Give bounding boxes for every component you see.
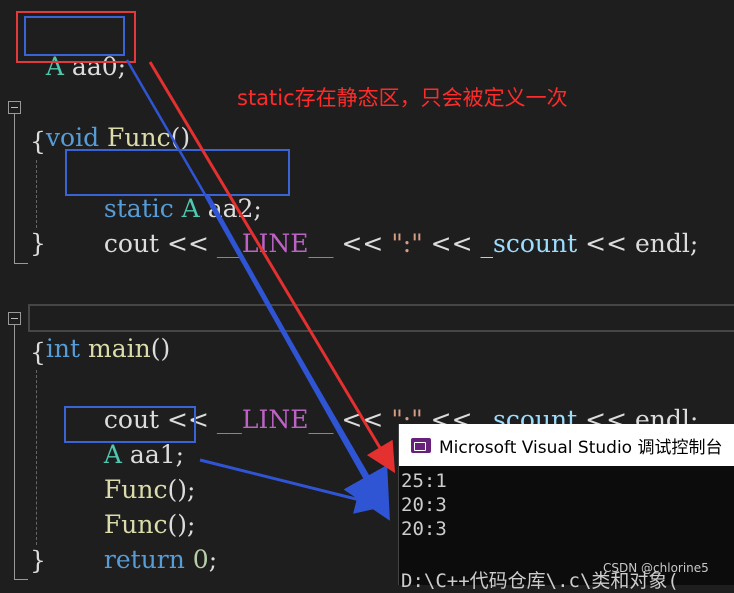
arrow-func-to-console <box>199 458 386 514</box>
watermark: CSDN @chlorine5 <box>603 561 709 575</box>
arrow-static-red <box>148 61 396 474</box>
arrow-aa2-to-console <box>204 194 390 521</box>
annotation-arrows <box>125 59 396 521</box>
